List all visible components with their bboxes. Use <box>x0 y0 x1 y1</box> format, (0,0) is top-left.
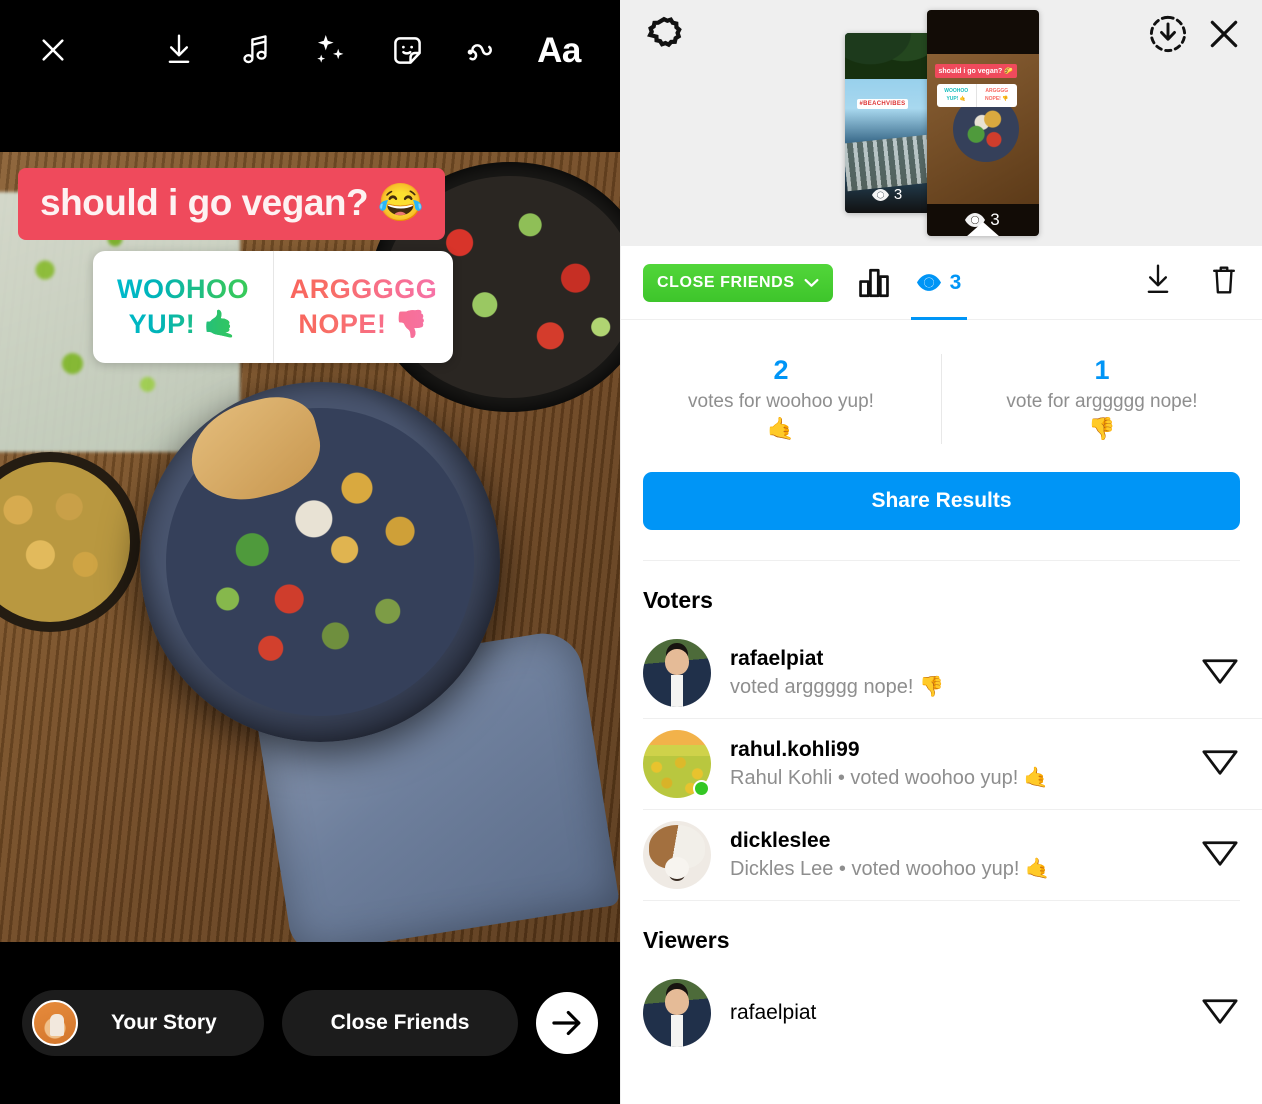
download-icon[interactable] <box>156 27 202 73</box>
send-message-icon[interactable] <box>1200 650 1240 695</box>
composer-toolbar: Aa <box>0 0 620 100</box>
poll-option-no-line1: ARGGGGG <box>282 272 445 307</box>
tab-viewers[interactable]: 3 <box>910 246 967 320</box>
instagram-story-insights-screen: Aa should i go vegan? 😂 WOOHOO YUP! 🤙 AR… <box>0 0 1262 1104</box>
poll-results: 2 votes for woohoo yup! 🤙 1 vote for arg… <box>621 320 1262 470</box>
voter-info: rahul.kohli99 Rahul Kohli • voted woohoo… <box>730 736 1181 792</box>
trash-icon[interactable] <box>1208 263 1240 302</box>
avatar <box>643 729 711 798</box>
thumbnail-option-yes-line1: WOOHOO <box>944 88 969 94</box>
share-results-button[interactable]: Share Results <box>643 471 1240 530</box>
thumbnail-views-count: 3 <box>893 186 903 203</box>
voter-row[interactable]: dickleslee Dickles Lee • voted woohoo yu… <box>621 810 1262 900</box>
thumbnail-railing <box>844 134 930 192</box>
audience-label: CLOSE FRIENDS <box>657 273 795 291</box>
your-story-label: Your Story <box>110 1011 217 1034</box>
viewers-title: Viewers <box>643 926 730 953</box>
voter-info: rafaelpiat voted arggggg nope! 👎 <box>730 645 1181 701</box>
send-message-icon[interactable] <box>1200 990 1240 1035</box>
your-story-button[interactable]: Your Story <box>22 990 264 1056</box>
viewer-username: rafaelpiat <box>730 1000 817 1024</box>
voter-username: rahul.kohli99 <box>730 737 860 761</box>
poll-sticker[interactable]: should i go vegan? 😂 WOOHOO YUP! 🤙 ARGGG… <box>18 168 548 364</box>
send-message-icon[interactable] <box>1200 741 1240 786</box>
thumbnail-poll-options: WOOHOO YUP! 🤙 ARGGGG NOPE! 👎 <box>936 84 1017 107</box>
voter-row[interactable]: rahul.kohli99 Rahul Kohli • voted woohoo… <box>621 719 1262 809</box>
voter-info: dickleslee Dickles Lee • voted woohoo yu… <box>730 827 1181 883</box>
close-friends-button[interactable]: Close Friends <box>281 990 519 1056</box>
download-icon[interactable] <box>1142 263 1174 302</box>
thumbnail-option-no: ARGGGG NOPE! 👎 <box>977 84 1017 107</box>
poll-result-no-label: vote for arggggg nope! <box>1006 390 1198 412</box>
close-friends-label: Close Friends <box>330 1011 470 1034</box>
share-results-wrap: Share Results <box>621 470 1262 560</box>
voters-title: Voters <box>643 586 713 613</box>
poll-options: WOOHOO YUP! 🤙 ARGGGGG NOPE! 👎 <box>93 251 453 364</box>
voter-row[interactable]: rafaelpiat voted arggggg nope! 👎 <box>621 628 1262 718</box>
composer-tools: Aa <box>156 27 582 73</box>
story-composer: Aa should i go vegan? 😂 WOOHOO YUP! 🤙 AR… <box>0 0 620 1104</box>
poll-option-no[interactable]: ARGGGGG NOPE! 👎 <box>273 251 453 364</box>
voter-subtitle: voted arggggg nope! 👎 <box>730 676 944 699</box>
send-message-icon[interactable] <box>1200 832 1240 877</box>
audience-selector[interactable]: CLOSE FRIENDS <box>643 263 833 302</box>
voter-subtitle: Rahul Kohli • voted woohoo yup! 🤙 <box>730 767 1049 790</box>
poll-option-yes[interactable]: WOOHOO YUP! 🤙 <box>93 251 273 363</box>
poll-result-yes: 2 votes for woohoo yup! 🤙 <box>621 354 941 444</box>
insights-icon <box>858 268 889 297</box>
story-thumbnail-previous[interactable]: #BEACHVIBES 3 <box>844 33 930 213</box>
poll-option-yes-line2: YUP! 🤙 <box>101 307 265 342</box>
thumbnail-views-badge: 3 <box>845 186 930 203</box>
thumbnail-option-yes-line2: YUP! 🤙 <box>946 95 967 102</box>
online-status-dot <box>693 779 710 797</box>
avatar <box>32 1000 78 1046</box>
poll-result-no-count: 1 <box>1094 355 1110 385</box>
views-count: 3 <box>949 270 962 294</box>
poll-result-yes-label: votes for woohoo yup! <box>688 390 874 412</box>
close-icon[interactable] <box>30 27 76 73</box>
effects-icon[interactable] <box>308 27 354 73</box>
thumbnail-sticker-label: #BEACHVIBES <box>856 99 909 109</box>
composer-bottom-bar: Your Story Close Friends <box>0 942 620 1104</box>
poll-result-no-emoji: 👎 <box>1088 416 1116 442</box>
tab-insights[interactable] <box>857 266 891 300</box>
selected-pointer <box>965 222 1000 236</box>
avatar <box>643 638 711 707</box>
voter-username: rafaelpiat <box>730 646 824 670</box>
draw-icon[interactable] <box>460 27 506 73</box>
photo-main-bowl <box>140 382 500 742</box>
insights-tabs-row: CLOSE FRIENDS 3 <box>621 246 1262 320</box>
poll-result-yes-emoji: 🤙 <box>767 416 795 442</box>
next-button[interactable] <box>536 992 598 1054</box>
eye-icon <box>916 274 941 291</box>
avatar <box>643 820 711 889</box>
thumbnail-option-no-line1: ARGGGG <box>985 88 1009 94</box>
poll-question: should i go vegan? 😂 <box>18 168 446 240</box>
voter-username: dickleslee <box>730 828 831 852</box>
thumbnail-option-yes: WOOHOO YUP! 🤙 <box>937 84 977 107</box>
chevron-down-icon <box>804 278 819 287</box>
voter-subtitle: Dickles Lee • voted woohoo yup! 🤙 <box>730 858 1050 881</box>
poll-option-yes-line1: WOOHOO <box>101 272 265 307</box>
thumbnail-question: should i go vegan? 🌮 <box>934 64 1017 78</box>
panel-header: #BEACHVIBES 3 should i go vegan? 🌮 WOOHO… <box>621 0 1262 246</box>
poll-result-yes-count: 2 <box>773 355 789 385</box>
text-tool-icon[interactable]: Aa <box>536 27 582 73</box>
story-thumbnail-tray: #BEACHVIBES 3 should i go vegan? 🌮 WOOHO… <box>621 0 1262 246</box>
music-icon[interactable] <box>232 27 278 73</box>
avatar <box>643 978 711 1047</box>
thumbnail-foliage <box>844 33 930 79</box>
selected-pointer-wrap <box>927 220 1039 236</box>
story-insights-panel: #BEACHVIBES 3 should i go vegan? 🌮 WOOHO… <box>620 0 1262 1104</box>
poll-result-no: 1 vote for arggggg nope! 👎 <box>941 354 1262 444</box>
viewer-info: rafaelpiat <box>730 999 1181 1027</box>
thumbnail-option-no-line2: NOPE! 👎 <box>985 95 1009 102</box>
poll-option-no-line2: NOPE! 👎 <box>282 307 445 342</box>
sticker-icon[interactable] <box>384 27 430 73</box>
insights-actions <box>1142 263 1240 302</box>
viewer-row[interactable]: rafaelpiat <box>621 968 1262 1058</box>
story-thumbnail-current[interactable]: should i go vegan? 🌮 WOOHOO YUP! 🤙 ARGGG… <box>926 10 1039 236</box>
